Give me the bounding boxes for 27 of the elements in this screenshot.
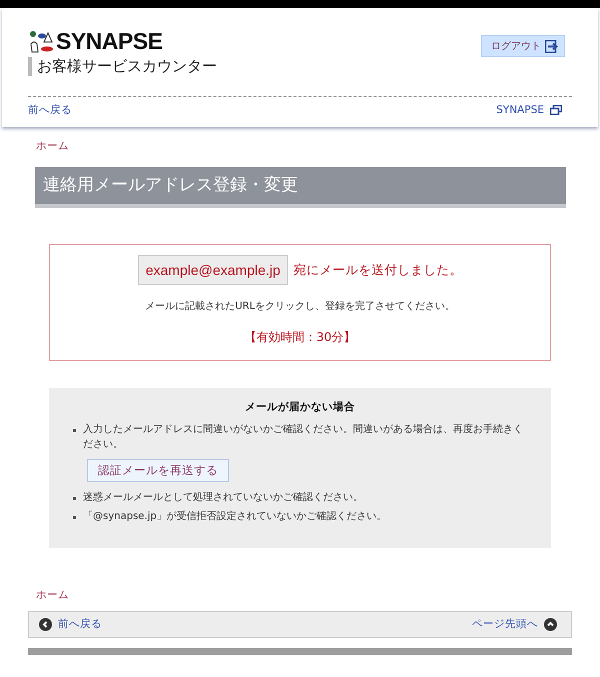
back-icon — [39, 618, 52, 630]
breadcrumb-link[interactable]: ホーム — [36, 139, 69, 153]
logout-icon — [545, 40, 558, 52]
logo-icon — [28, 30, 54, 54]
resend-button[interactable]: 認証メールを再送する — [87, 459, 229, 482]
bullet-icon — [73, 429, 76, 432]
email-address: example@example.jp — [138, 255, 288, 285]
up-icon — [544, 618, 557, 630]
bullet-icon — [73, 516, 76, 519]
page-title: 連絡用メールアドレス登録・変更 — [35, 167, 566, 208]
site-subtitle: お客様サービスカウンター — [28, 57, 217, 76]
sent-message: 宛にメールを送付しました。 — [293, 262, 462, 278]
help-item: 迷惑メールメールとして処理されていないかご確認ください。 — [83, 490, 364, 505]
instruction-text: メールに記載されたURLをクリックし、登録を完了させてください。 — [144, 300, 456, 313]
bullet-icon — [73, 497, 76, 500]
help-item: 「@synapse.jp」が受信拒否設定されていないかご確認ください。 — [83, 510, 388, 524]
page-top-link[interactable]: ページ先頭へ — [472, 617, 557, 631]
help-title: メールが届かない場合 — [244, 400, 356, 414]
breadcrumb-link[interactable]: ホーム — [36, 588, 69, 602]
logo-text: SYNAPSE — [56, 28, 162, 55]
back-link[interactable]: 前へ戻る — [39, 617, 102, 631]
site-link[interactable]: SYNAPSE — [496, 103, 562, 117]
external-window-icon — [550, 105, 562, 115]
validity-text: 【有効時間：30分】 — [243, 329, 357, 346]
help-item: 入力したメールアドレスに間違いがないかご確認ください。間違いがある場合は、再度お手続きください。 — [83, 422, 524, 452]
logout-button[interactable]: ログアウト — [481, 35, 565, 57]
back-link[interactable]: 前へ戻る — [28, 103, 72, 117]
